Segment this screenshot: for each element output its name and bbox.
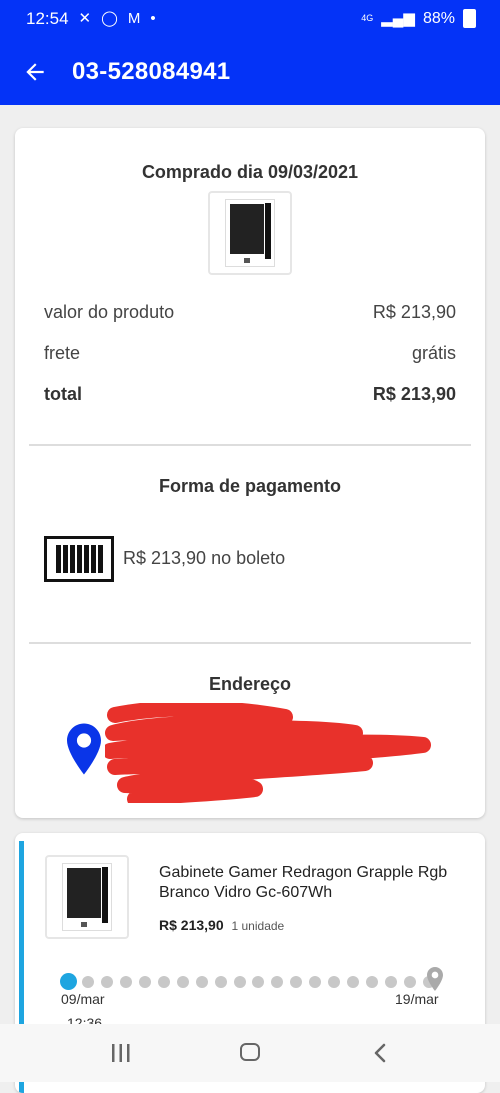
timeline-dot: [81, 976, 94, 988]
purchase-date: Comprado dia 09/03/2021: [141, 162, 359, 182]
order-number-title: 03-528084941: [72, 58, 231, 85]
status-dot: •: [150, 10, 156, 27]
battery-percent: 88%: [422, 9, 455, 27]
timeline-dot: [404, 976, 417, 988]
shipping-row: frete grátis: [44, 343, 456, 364]
whatsapp-icon: ◯: [101, 10, 118, 27]
shipping-value: grátis: [411, 343, 456, 363]
product-quantity: 1 unidade: [231, 919, 285, 933]
missed-call-icon: ✕: [78, 10, 92, 27]
timeline-dot: [252, 976, 265, 988]
redacted-address: [105, 703, 431, 803]
payment-title: Forma de pagamento: [158, 476, 342, 496]
timeline-dot: [233, 976, 246, 988]
status-bar: 12:54 ✕ ◯ M • 4G ▂▄▆ 88%: [0, 0, 500, 38]
timeline-current-dot: [60, 973, 77, 990]
tracking-start-date: 09/mar: [61, 991, 105, 1007]
divider: [29, 444, 471, 446]
timeline-dot: [366, 976, 379, 988]
total-value: R$ 213,90: [372, 384, 456, 404]
barcode-icon: [44, 536, 114, 582]
tracking-end-date: 19/mar: [395, 991, 439, 1007]
timeline-dot: [138, 976, 151, 988]
product-price-line: R$ 213,90 1 unidade: [159, 917, 284, 933]
product-thumbnail: [45, 855, 129, 939]
order-summary-card: Comprado dia 09/03/2021 valor do produto…: [15, 128, 485, 818]
timeline-dot: [271, 976, 284, 988]
recent-apps-icon[interactable]: [110, 1044, 132, 1062]
network-type: 4G: [361, 13, 374, 23]
timeline-dot: [290, 976, 303, 988]
payment-text: R$ 213,90 no boleto: [123, 548, 286, 568]
timeline-dot: [176, 976, 189, 988]
total-label: total: [44, 384, 82, 404]
pc-case-image: [225, 199, 275, 267]
timeline-dot: [309, 976, 322, 988]
app-bar: 03-528084941: [0, 38, 500, 105]
product-value-amount: R$ 213,90: [372, 302, 456, 322]
battery-icon: [463, 9, 476, 28]
timeline-dot: [347, 976, 360, 988]
status-time: 12:54: [26, 9, 69, 28]
nav-back-icon[interactable]: [372, 1043, 388, 1063]
timeline-dot: [100, 976, 113, 988]
product-price: R$ 213,90: [159, 917, 224, 933]
pc-case-image: [62, 863, 112, 931]
tracking-timeline: [60, 973, 451, 990]
product-value-row: valor do produto R$ 213,90: [44, 302, 456, 323]
arrow-left-icon[interactable]: [22, 59, 48, 85]
system-nav-bar: [0, 1024, 500, 1082]
home-icon[interactable]: [240, 1043, 260, 1061]
address-title: Endereço: [208, 674, 292, 694]
destination-pin-icon: [427, 967, 443, 991]
total-row: total R$ 213,90: [44, 384, 456, 405]
timeline-dot: [195, 976, 208, 988]
timeline-dot: [157, 976, 170, 988]
divider: [29, 642, 471, 644]
product-thumbnail: [208, 191, 292, 275]
gmail-icon: M: [127, 10, 141, 27]
product-value-label: valor do produto: [44, 302, 175, 322]
timeline-dot: [385, 976, 398, 988]
shipping-label: frete: [44, 343, 81, 363]
product-name: Gabinete Gamer Redragon Grapple Rgb Bran…: [159, 864, 448, 901]
timeline-dot: [119, 976, 132, 988]
timeline-dot: [214, 976, 227, 988]
signal-icon: ▂▄▆: [381, 9, 415, 27]
timeline-dot: [328, 976, 341, 988]
location-pin-icon: [67, 723, 101, 775]
